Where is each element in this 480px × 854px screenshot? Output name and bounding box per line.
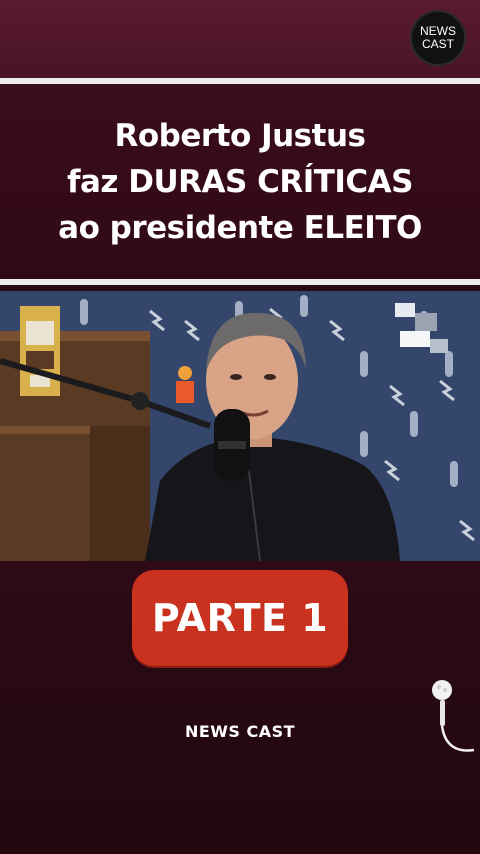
headline-line-3: ao presidente ELEITO (58, 209, 422, 246)
headline-line-1: Roberto Justus (114, 117, 366, 154)
divider-bottom (0, 279, 480, 285)
headline: Roberto Justus faz DURAS CRÍTICAS ao pre… (58, 113, 422, 251)
logo-line-2: CAST (421, 37, 454, 51)
top-banner (0, 0, 480, 78)
video-frame[interactable] (0, 291, 480, 561)
news-cast-logo[interactable]: NEWS CAST (410, 10, 466, 66)
podcast-scene-image (0, 291, 480, 561)
headline-panel: Roberto Justus faz DURAS CRÍTICAS ao pre… (0, 84, 480, 279)
podcast-mic-icon (432, 680, 475, 752)
headline-line-2: faz DURAS CRÍTICAS (66, 163, 414, 200)
footer-brand: NEWS CAST (184, 722, 296, 741)
part-1-button[interactable]: PARTE 1 (132, 570, 348, 666)
